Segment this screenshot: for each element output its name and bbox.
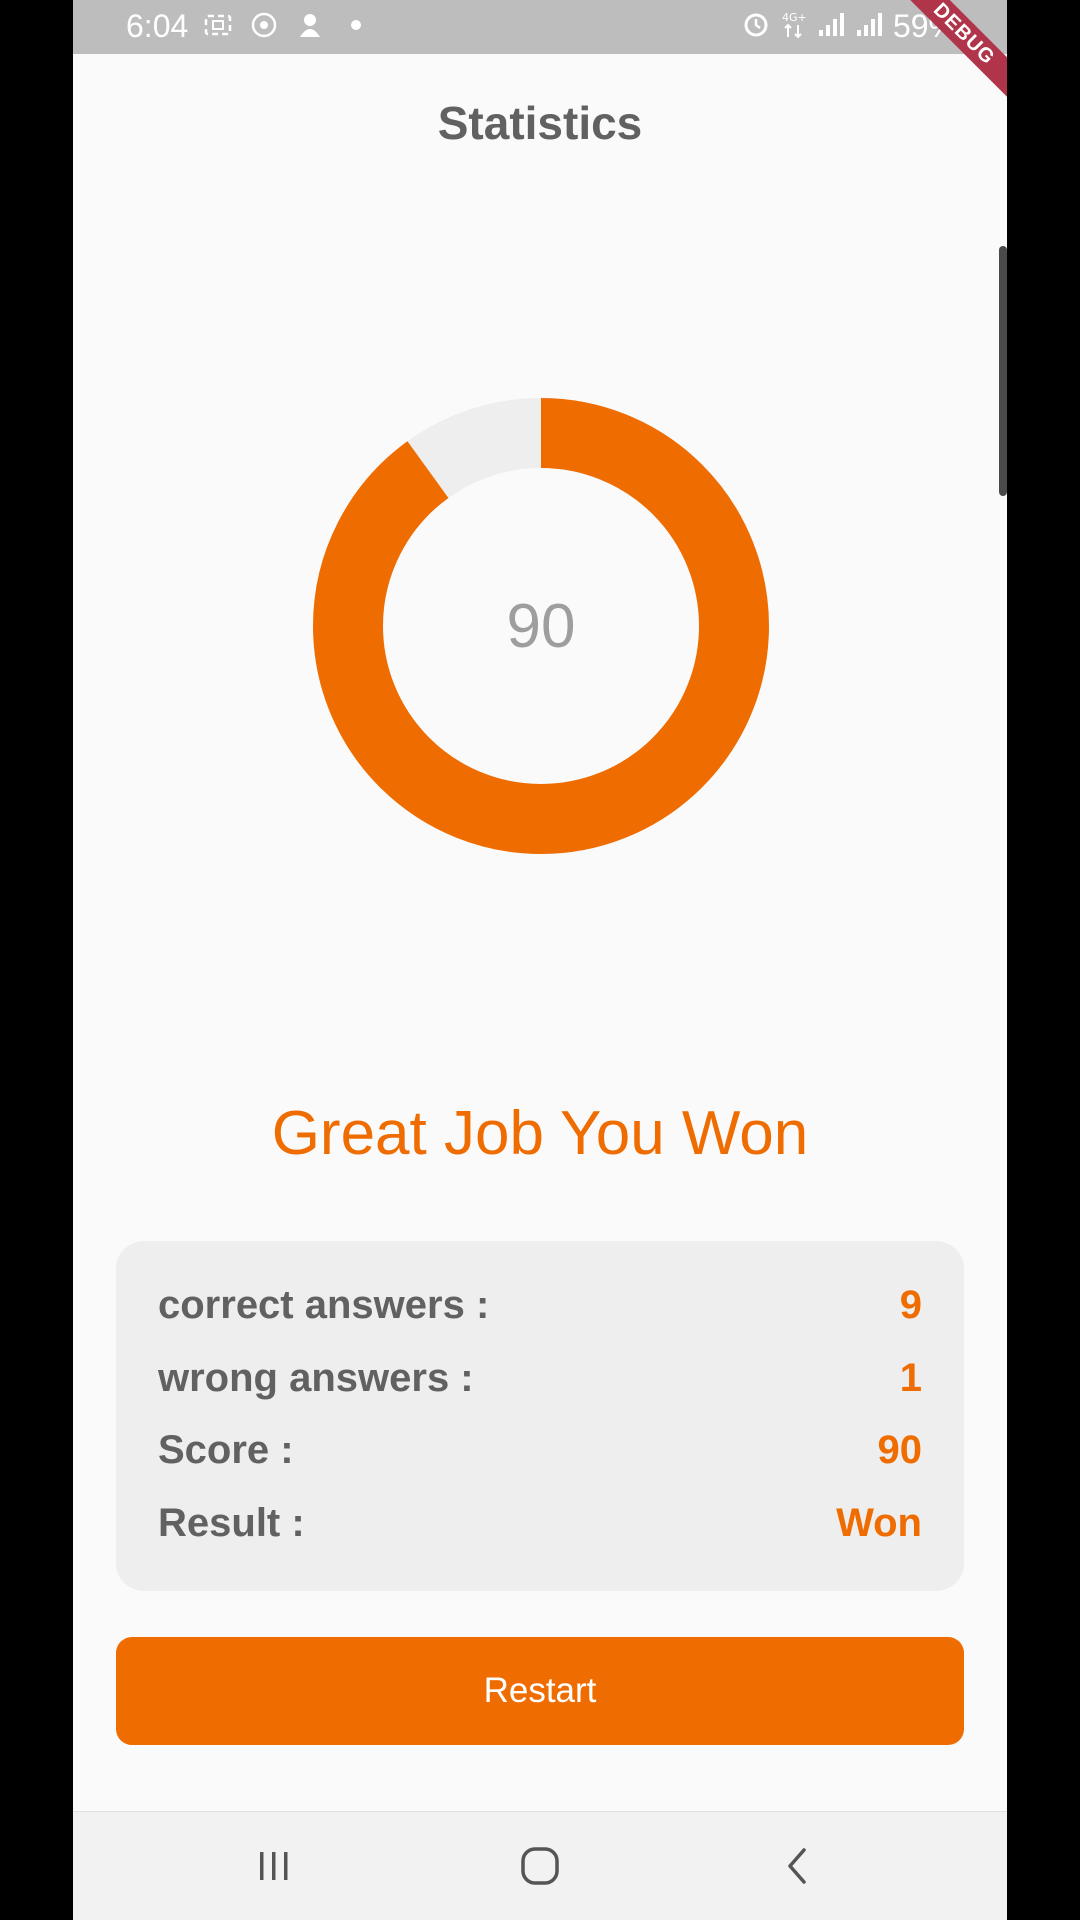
- recent-apps-icon[interactable]: [234, 1836, 314, 1896]
- stat-value: 9: [899, 1282, 922, 1327]
- home-icon[interactable]: [500, 1836, 580, 1896]
- system-nav-bar: [73, 1811, 1007, 1920]
- stat-value: Won: [836, 1500, 922, 1545]
- svg-text:4G+: 4G+: [782, 11, 807, 24]
- stat-label: Result :: [158, 1500, 305, 1545]
- signal-icon: [855, 10, 883, 43]
- back-icon[interactable]: [757, 1836, 837, 1896]
- stat-value: 90: [877, 1427, 923, 1472]
- stat-row-result: Result : Won: [158, 1495, 922, 1551]
- stat-row-wrong: wrong answers : 1: [158, 1350, 922, 1406]
- wifi-hotspot-icon: [249, 10, 279, 40]
- page-title: Statistics: [437, 97, 643, 149]
- status-time: 6:04: [126, 8, 189, 44]
- stat-label: correct answers :: [158, 1282, 490, 1327]
- screen-record-icon: [203, 10, 233, 40]
- restart-button[interactable]: Restart: [116, 1637, 964, 1745]
- dot-icon: [341, 10, 371, 40]
- stat-label: Score :: [158, 1427, 294, 1472]
- stat-row-correct: correct answers : 9: [158, 1277, 922, 1333]
- signal-icon: [817, 10, 845, 43]
- stats-card: correct answers : 9 wrong answers : 1 Sc…: [116, 1241, 964, 1591]
- stat-value: 1: [899, 1355, 922, 1400]
- stat-label: wrong answers :: [158, 1355, 474, 1400]
- result-headline: Great Job You Won: [271, 1099, 809, 1168]
- status-bar: 6:04 4G+ 59% DEBUG: [73, 0, 1007, 105]
- score-donut: 90: [313, 398, 769, 854]
- donut-score-label: 90: [506, 591, 576, 661]
- app-screen: 6:04 4G+ 59% DEBUG Statistics 90 Great J…: [73, 0, 1007, 1920]
- app-notification-icon: [295, 10, 325, 40]
- alarm-icon: [741, 9, 771, 44]
- scrollbar-thumb[interactable]: [999, 246, 1007, 496]
- 4g-icon: 4G+: [781, 9, 807, 44]
- stat-row-score: Score : 90: [158, 1422, 922, 1478]
- status-icons-left: [203, 10, 371, 40]
